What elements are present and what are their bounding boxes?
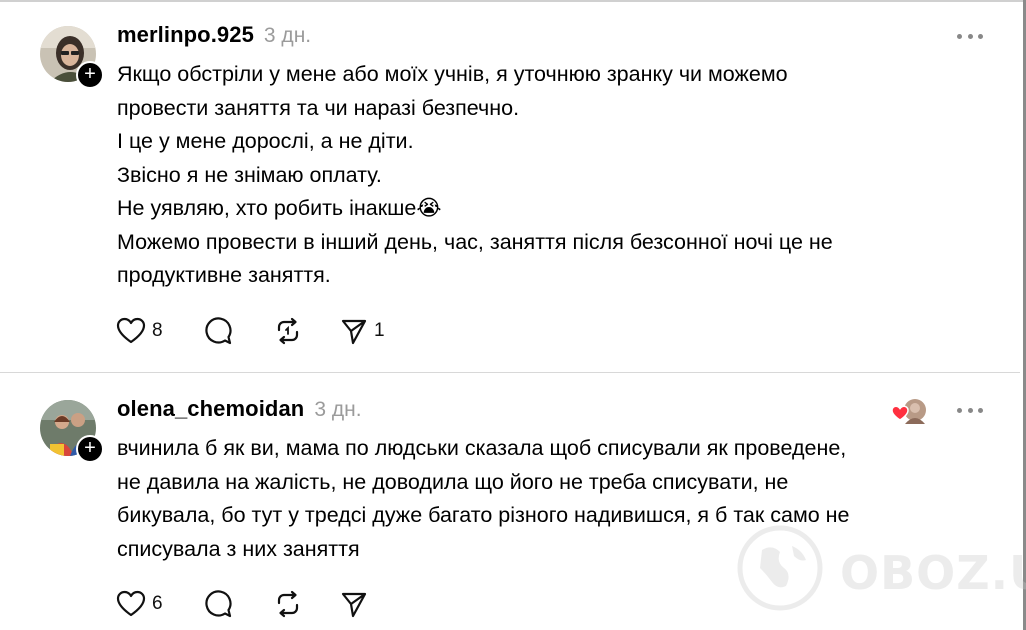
text-line: І це у мене дорослі, а не діти.	[117, 129, 414, 153]
timestamp[interactable]: 3 дн.	[264, 24, 311, 48]
follow-plus-icon[interactable]: +	[76, 435, 104, 463]
comment-icon	[204, 317, 232, 345]
share-button[interactable]: 1	[340, 317, 385, 345]
action-bar: 6	[116, 589, 368, 619]
reply-header: merlinpo.925 3 дн.	[117, 22, 311, 50]
reply-header: olena_chemoidan 3 дн.	[117, 396, 362, 424]
like-count: 8	[152, 320, 163, 341]
send-icon	[340, 590, 368, 618]
heart-icon	[116, 590, 146, 618]
like-count: 6	[152, 593, 163, 614]
reply-divider	[0, 372, 1020, 373]
text-line: не давила на жалість, не доводила що йог…	[117, 469, 789, 494]
author-liked-indicator	[891, 398, 928, 424]
watermark-text: OBOZ.UA	[840, 546, 1026, 600]
send-icon	[340, 317, 368, 345]
repost-icon	[274, 590, 302, 618]
watermark: OBOZ.UA	[736, 524, 1026, 614]
avatar-container[interactable]: +	[40, 26, 104, 89]
username[interactable]: merlinpo.925	[117, 22, 254, 48]
text-line: Можемо провести в інший день, час, занят…	[117, 229, 833, 254]
globe-logo-icon	[737, 525, 823, 611]
more-icon[interactable]	[957, 31, 983, 41]
text-line: Звісно я не знімаю оплату.	[117, 162, 382, 187]
repost-icon	[274, 317, 302, 345]
comment-button[interactable]	[204, 590, 274, 618]
avatar-container[interactable]: +	[40, 400, 104, 463]
reply-text: Якщо обстріли у мене або моїх учнів, я у…	[117, 58, 997, 293]
text-line: продуктивне заняття.	[117, 263, 331, 287]
like-button[interactable]: 8	[116, 317, 204, 345]
text-line: провести заняття та чи наразі безпечно.	[117, 95, 520, 120]
share-button[interactable]	[340, 590, 368, 618]
repost-button[interactable]	[274, 317, 340, 345]
comment-button[interactable]	[204, 317, 274, 345]
text-line: Не уявляю, хто робить інакше😭	[117, 196, 442, 220]
heart-icon	[116, 317, 146, 345]
repost-button[interactable]	[274, 590, 340, 618]
action-bar: 8 1	[116, 316, 385, 346]
comment-icon	[204, 590, 232, 618]
username[interactable]: olena_chemoidan	[117, 396, 304, 422]
text-line: Якщо обстріли у мене або моїх учнів, я у…	[117, 62, 788, 86]
text-line: вчинила б як ви, мама по людськи сказала…	[117, 436, 847, 460]
like-button[interactable]: 6	[116, 590, 204, 618]
thread-reply-1: + merlinpo.925 3 дн. Якщо обстріли у мен…	[0, 0, 1020, 372]
more-icon[interactable]	[957, 405, 983, 415]
timestamp[interactable]: 3 дн.	[314, 398, 361, 422]
follow-plus-icon[interactable]: +	[76, 61, 104, 89]
share-count: 1	[374, 320, 385, 341]
